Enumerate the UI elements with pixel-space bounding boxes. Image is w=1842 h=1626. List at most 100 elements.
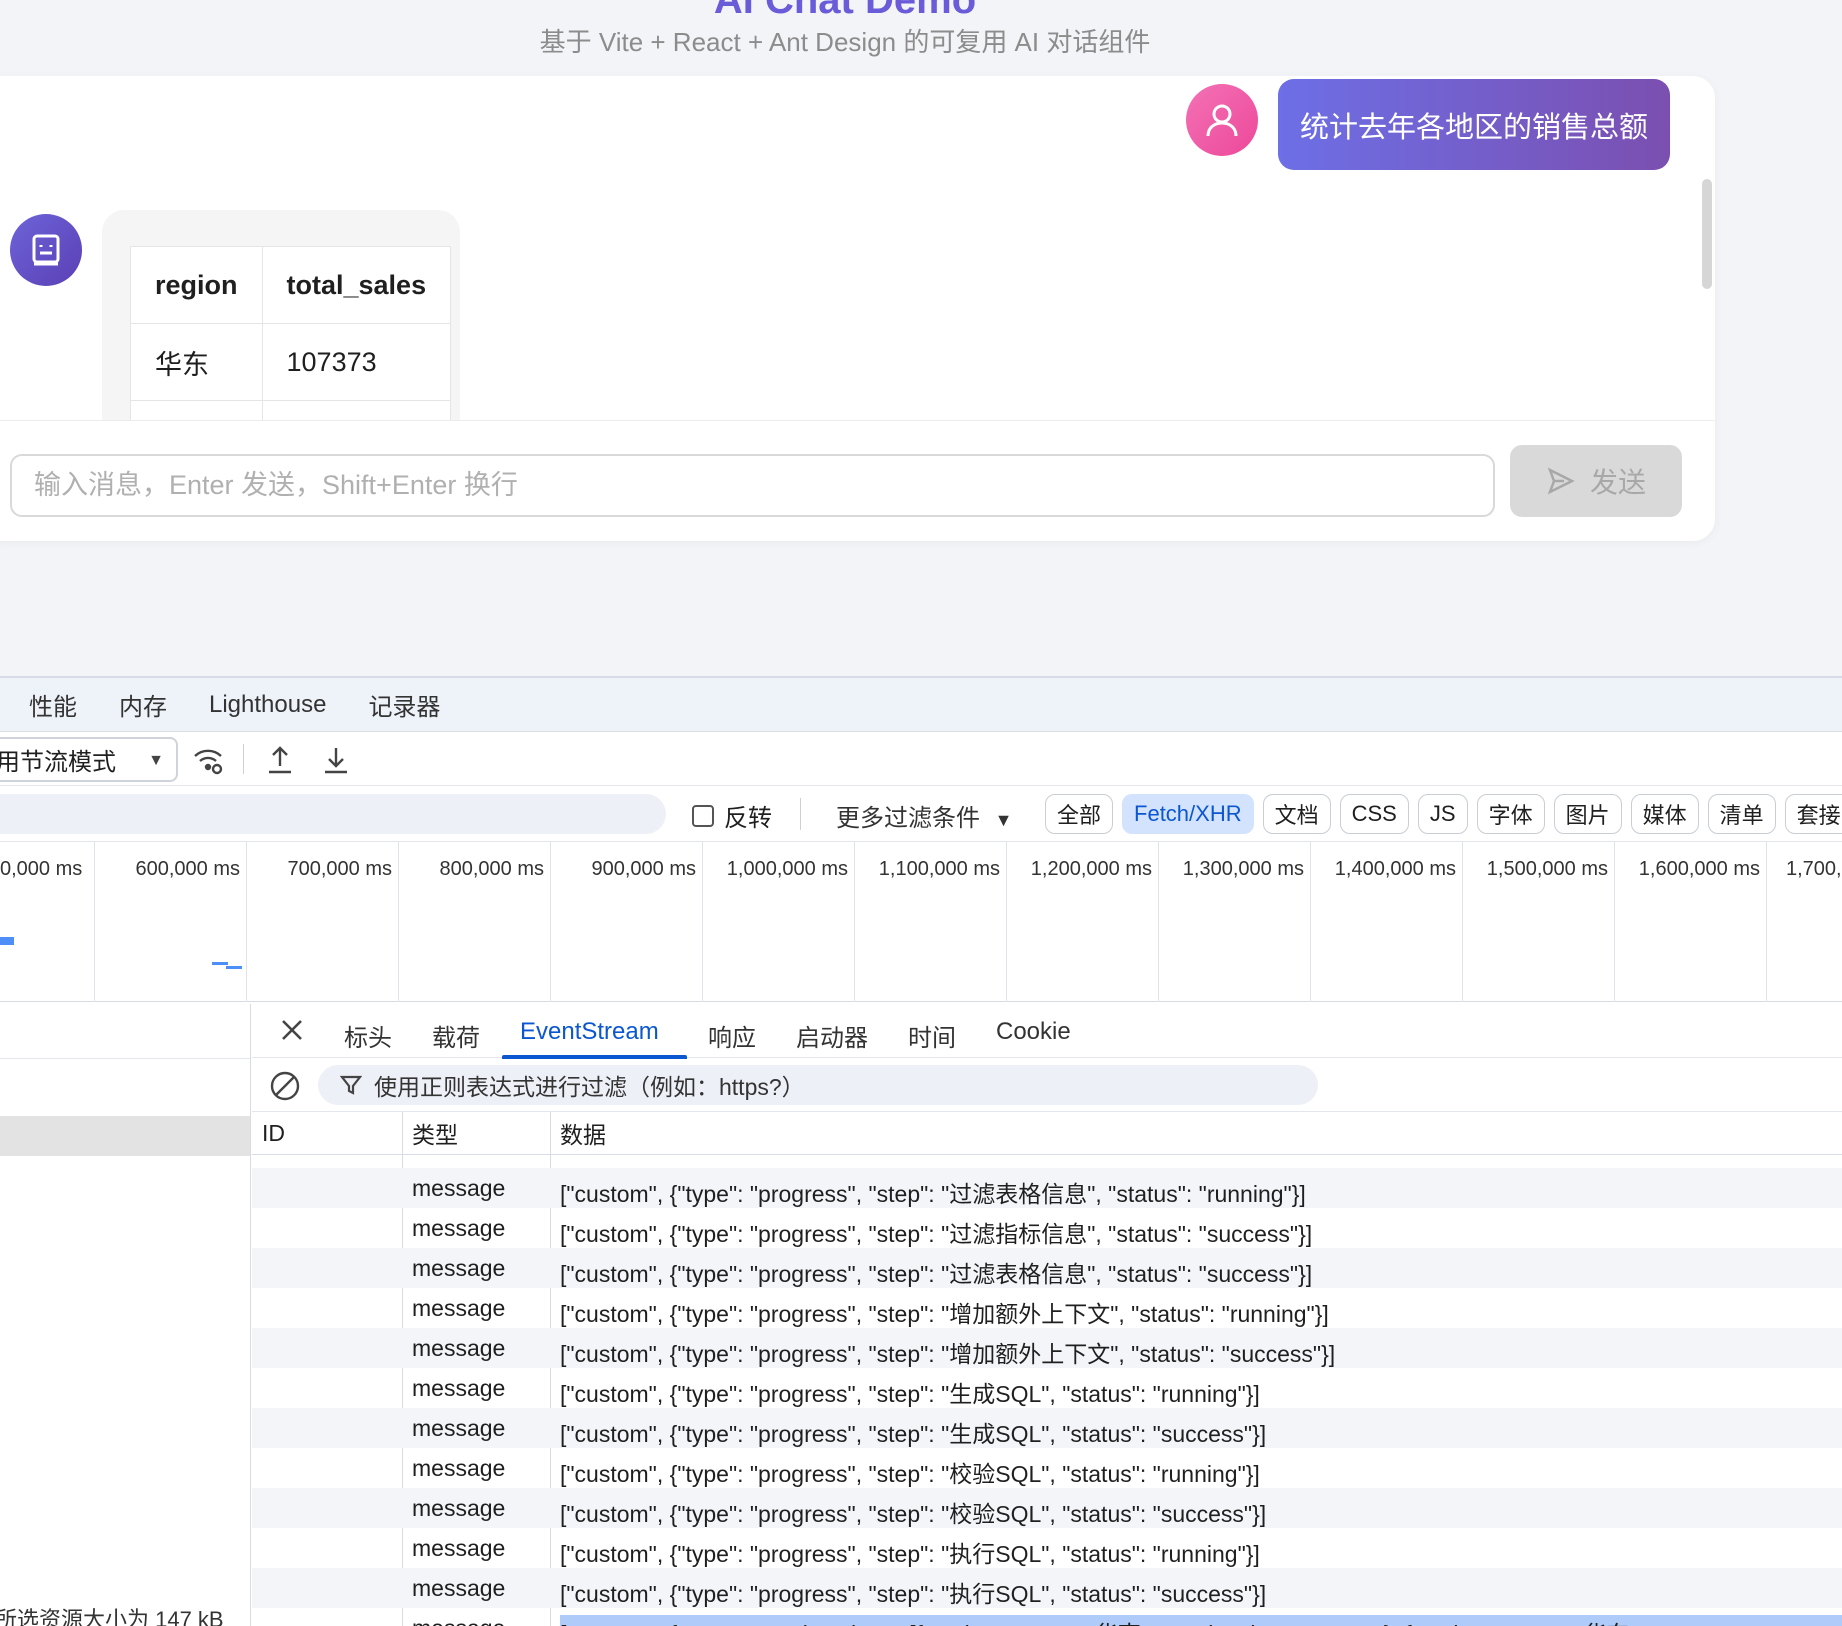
divider: [0, 420, 1715, 421]
timeline-tick-label: 1,000,000 ms: [726, 858, 848, 880]
tab-memory[interactable]: 内存: [119, 687, 167, 722]
upload-icon[interactable]: [264, 744, 296, 776]
column-header-id[interactable]: ID: [262, 1120, 285, 1147]
throttle-label: 用节流模式: [0, 749, 116, 776]
column-header-data[interactable]: 数据: [560, 1116, 606, 1150]
bot-avatar: [10, 214, 82, 286]
table-header-row: region total_sales: [130, 246, 452, 324]
table-row: [130, 400, 452, 420]
filter-chip-fetch-xhr[interactable]: Fetch/XHR: [1122, 794, 1254, 834]
timeline-tick-label: 1,300,000 ms: [1182, 858, 1304, 880]
network-filter-input[interactable]: [0, 794, 666, 834]
timeline-gridline: [1766, 842, 1767, 1002]
divider: [800, 798, 801, 830]
filter-chip-css[interactable]: CSS: [1339, 794, 1409, 834]
result-table: region total_sales 华东 107373: [130, 246, 452, 420]
scrollbar-thumb[interactable]: [1702, 179, 1712, 289]
send-button[interactable]: 发送: [1510, 445, 1682, 517]
table-row[interactable]: message ["custom", {"type": "progress", "…: [252, 1248, 1842, 1288]
column-header: region: [130, 246, 263, 324]
table-row[interactable]: message ["custom", {"type": "progress", "…: [252, 1328, 1842, 1368]
filter-chip-font[interactable]: 字体: [1476, 794, 1545, 834]
filter-chip-socket[interactable]: 套接: [1784, 794, 1842, 834]
selected-request-row[interactable]: [0, 1116, 250, 1156]
timeline-gridline: [1310, 842, 1311, 1002]
event-data-cell: ["custom", {"type": "progress", "step": …: [560, 1301, 1329, 1327]
tab-timing[interactable]: 时间: [908, 1018, 956, 1053]
table-row[interactable]: message ["custom", {"type": "progress", "…: [252, 1208, 1842, 1248]
timeline-request-bar: [0, 937, 14, 945]
more-filters-dropdown[interactable]: 更多过滤条件 ▼: [836, 798, 1013, 833]
message-input[interactable]: [10, 454, 1495, 517]
tab-headers[interactable]: 标头: [344, 1018, 392, 1053]
table-row[interactable]: message ["custom", {"type": "progress", "…: [252, 1408, 1842, 1448]
table-row[interactable]: message ["custom", {"type": "result", "da…: [252, 1608, 1842, 1626]
user-icon: [1206, 104, 1238, 137]
message-list[interactable]: 统计去年各地区的销售总额 region total_sales 华东 10737…: [0, 76, 1715, 420]
devtools-tabbar: 性能 内存 Lighthouse 记录器: [0, 678, 1842, 732]
event-type-cell: message: [412, 1215, 506, 1241]
event-type-cell: message: [412, 1295, 506, 1321]
eventstream-rows[interactable]: message ["custom", {"type": "progress", "…: [252, 1155, 1842, 1626]
status-bar-text: 所选资源大小为 147 kB: [0, 1607, 224, 1626]
table-row[interactable]: message ["custom", {"type": "progress", "…: [252, 1488, 1842, 1528]
event-data-cell: ["custom", {"type": "progress", "step": …: [560, 1381, 1260, 1407]
timeline-gridline: [702, 842, 703, 1002]
filter-chip-doc[interactable]: 文档: [1262, 794, 1331, 834]
tab-recorder[interactable]: 记录器: [368, 687, 440, 722]
eventstream-table: ID 类型 数据 message ["custom", {"type": "pro…: [252, 1112, 1842, 1626]
tab-payload[interactable]: 载荷: [432, 1018, 480, 1053]
eventstream-filter-placeholder: 使用正则表达式进行过滤（例如：https?）: [374, 1074, 805, 1100]
filter-icon: [340, 1075, 362, 1095]
app-subtitle: 基于 Vite + React + Ant Design 的可复用 AI 对话组…: [539, 27, 1151, 57]
filter-chip-media[interactable]: 媒体: [1630, 794, 1699, 834]
table-row[interactable]: message ["custom", {"type": "progress", "…: [252, 1528, 1842, 1568]
chevron-down-icon: ▼: [148, 752, 164, 769]
timeline-tick-label: 800,000 ms: [439, 858, 544, 880]
filter-chip-all[interactable]: 全部: [1045, 794, 1114, 834]
filter-chip-manifest[interactable]: 清单: [1707, 794, 1776, 834]
throttle-select[interactable]: 用节流模式 ▼: [0, 737, 178, 782]
table-row[interactable]: message ["custom", {"type": "progress", "…: [252, 1288, 1842, 1328]
detail-tabbar: 标头 载荷 EventStream 响应 启动器 时间 Cookie: [252, 1004, 1842, 1059]
invert-checkbox[interactable]: 反转: [692, 798, 772, 833]
devtools-panel: 性能 内存 Lighthouse 记录器 用节流模式 ▼ 反转 更多过滤条件 ▼: [0, 676, 1842, 1626]
more-filters-label: 更多过滤条件: [836, 805, 980, 832]
timeline-tick-label: 1,400,000 ms: [1334, 858, 1456, 880]
download-icon[interactable]: [320, 744, 352, 776]
table-row[interactable]: message ["custom", {"type": "progress", "…: [252, 1448, 1842, 1488]
event-type-cell: message: [412, 1495, 506, 1521]
request-detail-pane: 标头 载荷 EventStream 响应 启动器 时间 Cookie 使用正则表…: [252, 1004, 1842, 1626]
app-title: AI Chat Demo: [0, 0, 1690, 14]
eventstream-filter-input[interactable]: 使用正则表达式进行过滤（例如：https?）: [318, 1065, 1318, 1105]
divider: [243, 744, 244, 774]
close-icon[interactable]: [278, 1016, 306, 1044]
timeline-tick-label: 1,600,000 ms: [1638, 858, 1760, 880]
event-data-cell: ["custom", {"type": "result", "data": [{…: [560, 1615, 1842, 1626]
send-icon: [1547, 467, 1575, 495]
tab-cookie[interactable]: Cookie: [996, 1018, 1071, 1046]
chat-card: 统计去年各地区的销售总额 region total_sales 华东 10737…: [0, 76, 1715, 541]
event-data-cell: ["custom", {"type": "progress", "step": …: [560, 1541, 1260, 1567]
column-header-type[interactable]: 类型: [412, 1116, 458, 1150]
tab-performance[interactable]: 性能: [29, 687, 77, 722]
filter-chip-js[interactable]: JS: [1417, 794, 1468, 834]
event-type-cell: message: [412, 1335, 506, 1361]
table-row[interactable]: message ["custom", {"type": "progress", "…: [252, 1168, 1842, 1208]
filter-chip-img[interactable]: 图片: [1553, 794, 1622, 834]
table-row[interactable]: message ["custom", {"type": "progress", "…: [252, 1568, 1842, 1608]
timeline-tick-label: 1,500,000 ms: [1486, 858, 1608, 880]
network-conditions-icon[interactable]: [192, 744, 224, 776]
table-row[interactable]: [252, 1155, 1842, 1168]
timeline-gridline: [1006, 842, 1007, 1002]
checkbox[interactable]: [692, 804, 714, 827]
invert-label: 反转: [724, 805, 772, 832]
tab-response[interactable]: 响应: [708, 1018, 756, 1053]
tab-eventstream[interactable]: EventStream: [520, 1018, 659, 1046]
clear-block-icon[interactable]: [269, 1070, 301, 1102]
network-timeline[interactable]: 0,000 ms 600,000 ms 700,000 ms 800,000 ms 90…: [0, 842, 1842, 1002]
tab-lighthouse[interactable]: Lighthouse: [209, 691, 326, 719]
table-row[interactable]: message ["custom", {"type": "progress", "…: [252, 1368, 1842, 1408]
robot-icon: [32, 234, 60, 266]
tab-initiator[interactable]: 启动器: [796, 1018, 868, 1053]
